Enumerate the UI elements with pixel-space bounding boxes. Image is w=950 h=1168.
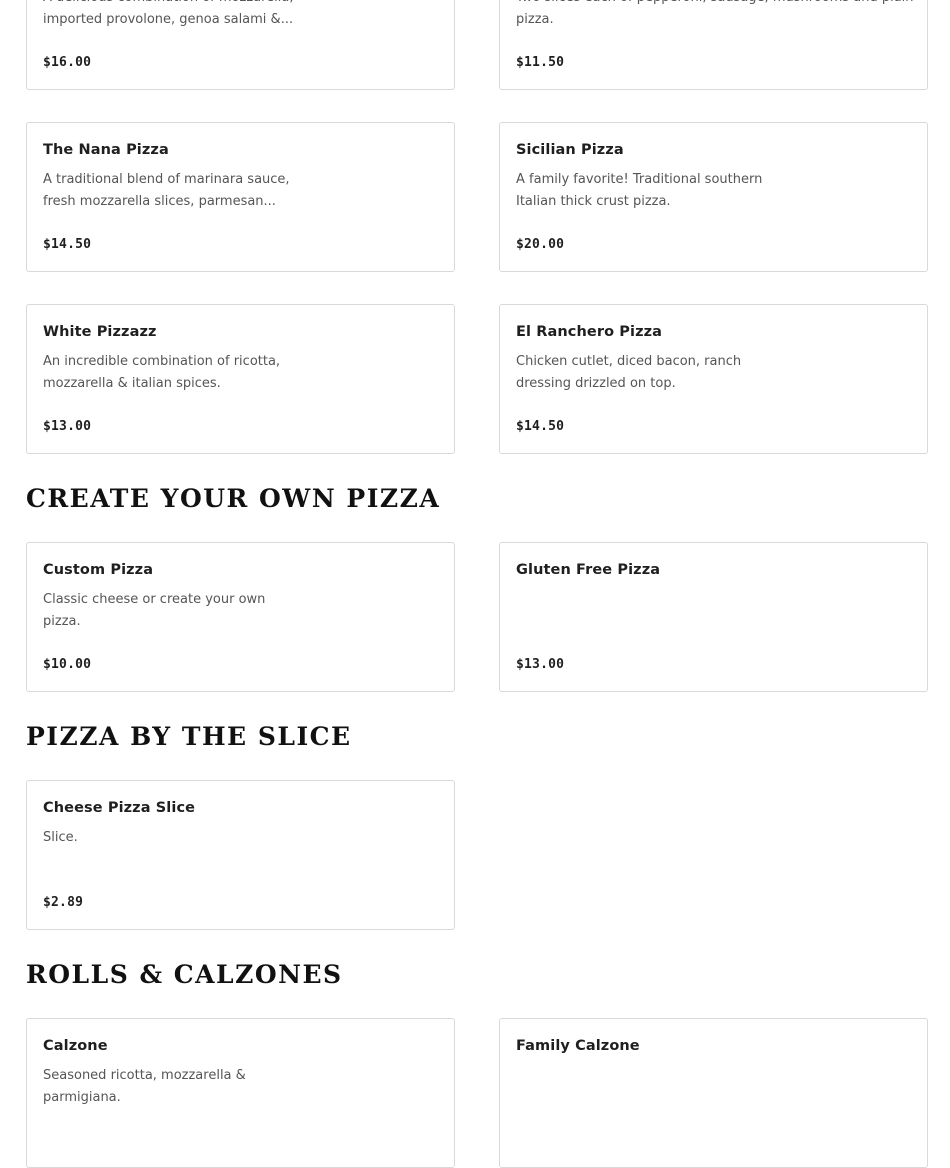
menu-item-description-line: Chicken cutlet, diced bacon, ranch (516, 354, 742, 369)
menu-item-name: The Nana Pizza (43, 142, 169, 158)
menu-item-name: Gluten Free Pizza (516, 562, 661, 578)
menu-item-price: $10.00 (43, 657, 92, 672)
menu-item-price: $16.00 (43, 55, 92, 70)
menu-item-description-line: A delicious combination of mozzarella, (43, 0, 294, 9)
menu-item-description-line: Two slices each of pepperoni, sausage, m… (516, 0, 914, 9)
menu-item-card[interactable]: El Ranchero Pizza Chicken cutlet, diced … (499, 304, 928, 454)
menu-item-description-line: dressing drizzled on top. (516, 376, 676, 391)
menu-item-name: Family Calzone (516, 1038, 640, 1054)
menu-item-description: Two slices each of pepperoni, sausage, m… (516, 0, 914, 31)
menu-item-name: White Pizzazz (43, 324, 157, 340)
menu-item-card[interactable]: Cheese Pizza Slice Slice. $2.89 (26, 780, 455, 930)
menu-item-description-line: A traditional blend of marinara sauce, (43, 172, 290, 187)
menu-item-description-line: Classic cheese or create your own (43, 592, 266, 607)
menu-item-description: A family favorite! Traditional southern … (516, 169, 766, 213)
menu-item-price: $13.00 (516, 657, 565, 672)
menu-item-card[interactable]: Two slices each of pepperoni, sausage, m… (499, 0, 928, 90)
menu-item-card[interactable]: A delicious combination of mozzarella, i… (26, 0, 455, 90)
menu-item-price: $2.89 (43, 895, 84, 910)
menu-item-price: $14.50 (43, 237, 92, 252)
menu-item-price: $11.50 (516, 55, 565, 70)
menu-item-description-line: pizza. (516, 12, 554, 27)
menu-page: A delicious combination of mozzarella, i… (0, 0, 950, 1168)
menu-item-card[interactable]: Family Calzone (499, 1018, 928, 1168)
menu-item-description: Seasoned ricotta, mozzarella & parmigian… (43, 1065, 293, 1109)
menu-item-description-line: Slice. (43, 830, 78, 845)
menu-item-name: Sicilian Pizza (516, 142, 624, 158)
section-heading: PIZZA BY THE SLICE (26, 722, 352, 751)
menu-item-card[interactable]: Gluten Free Pizza $13.00 (499, 542, 928, 692)
menu-item-name: El Ranchero Pizza (516, 324, 663, 340)
menu-item-card[interactable]: Sicilian Pizza A family favorite! Tradit… (499, 122, 928, 272)
menu-item-description-line: parmigiana. (43, 1090, 121, 1105)
menu-item-description: Slice. (43, 827, 293, 849)
menu-item-description-line: A family favorite! Traditional southern (516, 172, 763, 187)
menu-item-card[interactable]: The Nana Pizza A traditional blend of ma… (26, 122, 455, 272)
section-heading: ROLLS & CALZONES (26, 960, 343, 989)
menu-item-price: $13.00 (43, 419, 92, 434)
menu-item-description: Chicken cutlet, diced bacon, ranch dress… (516, 351, 766, 395)
menu-item-price: $14.50 (516, 419, 565, 434)
menu-item-description: A delicious combination of mozzarella, i… (43, 0, 294, 31)
menu-item-card[interactable]: Custom Pizza Classic cheese or create yo… (26, 542, 455, 692)
menu-item-card[interactable]: White Pizzazz An incredible combination … (26, 304, 455, 454)
menu-item-description-line: Italian thick crust pizza. (516, 194, 671, 209)
menu-item-description-line: An incredible combination of ricotta, (43, 354, 281, 369)
section-heading: CREATE YOUR OWN PIZZA (26, 484, 441, 513)
menu-item-price: $20.00 (516, 237, 565, 252)
menu-item-name: Cheese Pizza Slice (43, 800, 196, 816)
menu-item-card[interactable]: Calzone Seasoned ricotta, mozzarella & p… (26, 1018, 455, 1168)
menu-item-description: An incredible combination of ricotta, mo… (43, 351, 293, 395)
menu-item-name: Custom Pizza (43, 562, 154, 578)
menu-item-name: Calzone (43, 1038, 108, 1054)
menu-item-description: Classic cheese or create your own pizza. (43, 589, 293, 633)
menu-item-description-line: imported provolone, genoa salami &... (43, 12, 294, 27)
menu-item-description-line: Seasoned ricotta, mozzarella & (43, 1068, 246, 1083)
menu-item-description: A traditional blend of marinara sauce, f… (43, 169, 293, 213)
menu-item-description-line: mozzarella & italian spices. (43, 376, 221, 391)
menu-item-description-line: pizza. (43, 614, 81, 629)
menu-item-description-line: fresh mozzarella slices, parmesan... (43, 194, 276, 209)
